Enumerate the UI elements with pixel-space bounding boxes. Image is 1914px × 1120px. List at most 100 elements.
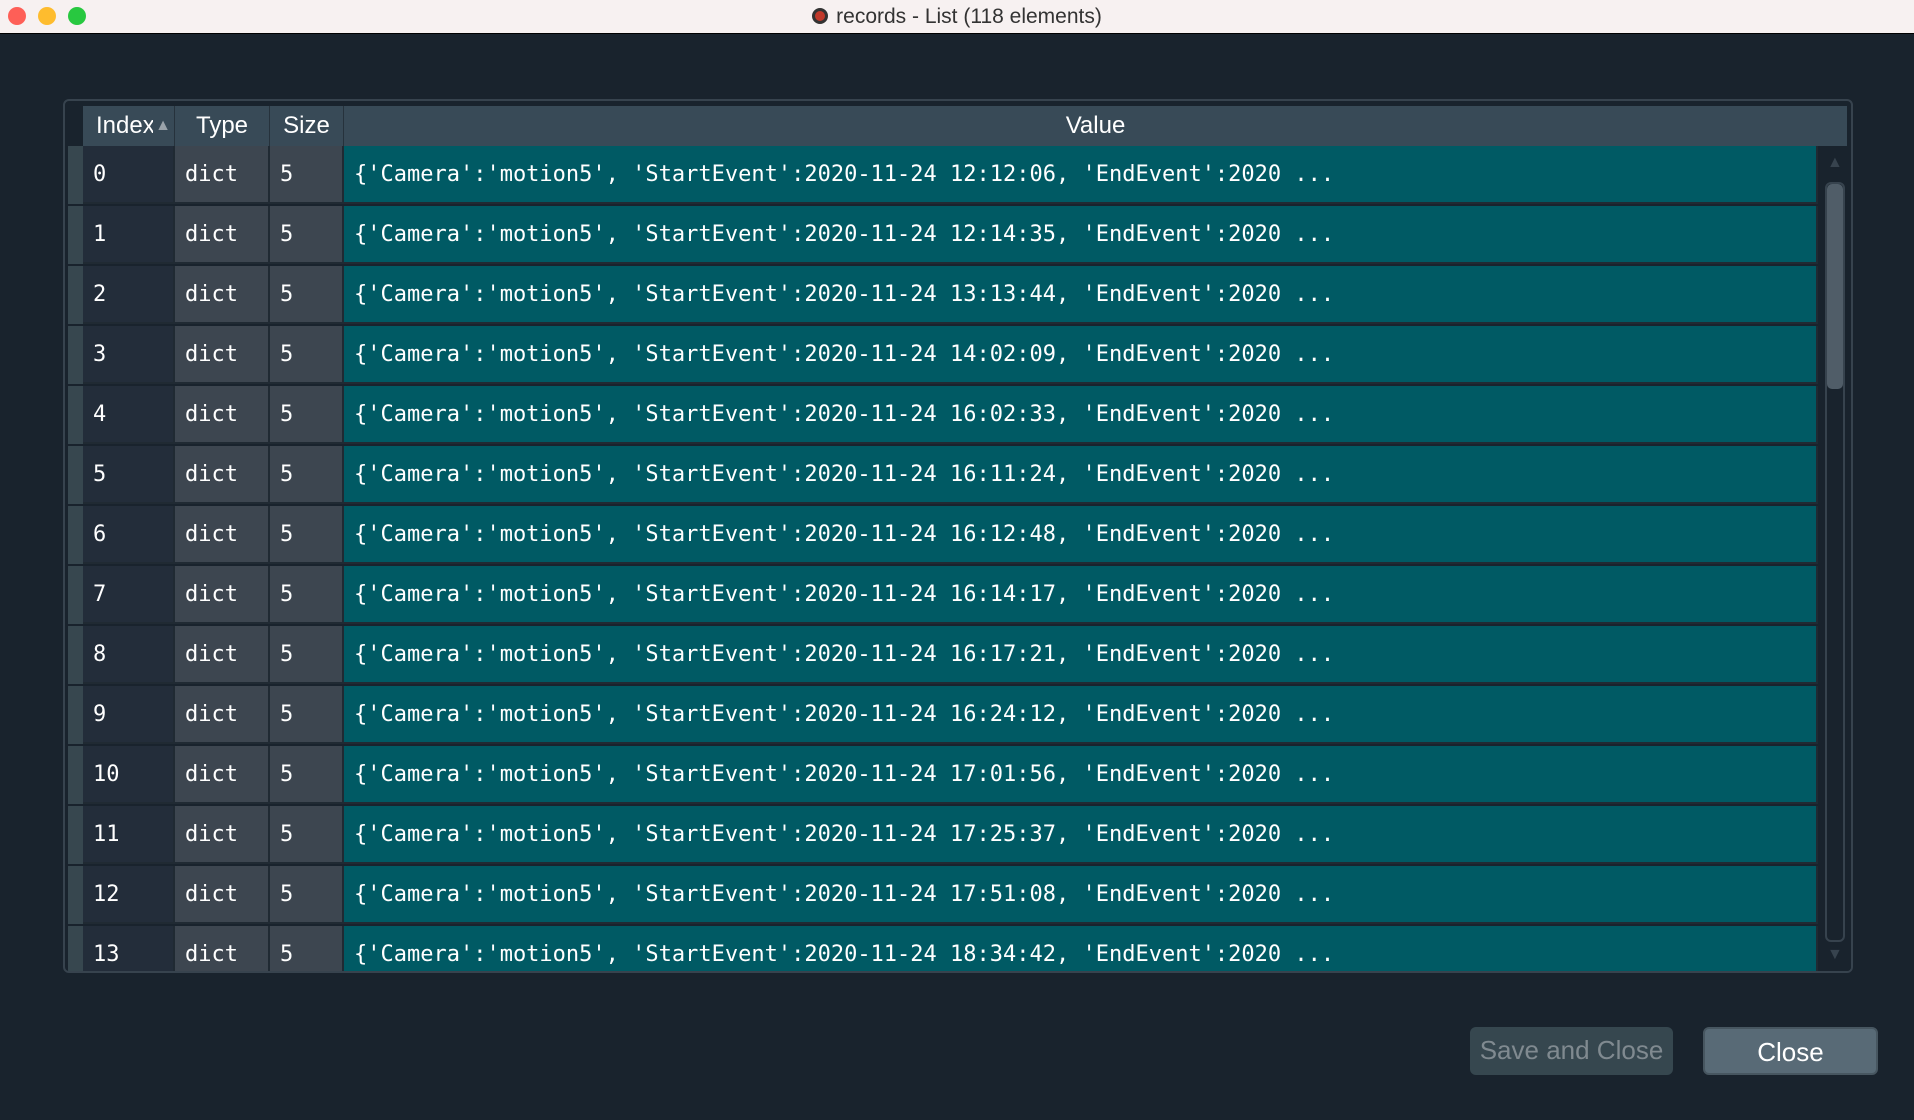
value-cell[interactable]: {'Camera':'motion5', 'StartEvent':2020-1… bbox=[344, 266, 1818, 324]
type-cell[interactable]: dict bbox=[175, 806, 270, 864]
value-cell[interactable]: {'Camera':'motion5', 'StartEvent':2020-1… bbox=[344, 446, 1818, 504]
table-row[interactable]: 10 dict 5 {'Camera':'motion5', 'StartEvent'… bbox=[68, 746, 1818, 806]
value-cell[interactable]: {'Camera':'motion5', 'StartEvent':2020-1… bbox=[344, 806, 1818, 864]
index-cell[interactable]: 1 bbox=[83, 206, 175, 264]
save-and-close-button[interactable]: Save and Close bbox=[1470, 1027, 1673, 1075]
table-row[interactable]: 11 dict 5 {'Camera':'motion5', 'StartEvent'… bbox=[68, 806, 1818, 866]
type-cell[interactable]: dict bbox=[175, 206, 270, 264]
type-cell[interactable]: dict bbox=[175, 506, 270, 564]
table-header: Index ▲ Type Size Value bbox=[83, 106, 1847, 146]
type-cell[interactable]: dict bbox=[175, 146, 270, 204]
column-header-type[interactable]: Type bbox=[175, 106, 270, 146]
size-cell[interactable]: 5 bbox=[270, 746, 344, 804]
column-header-index[interactable]: Index ▲ bbox=[83, 106, 175, 146]
sort-ascending-icon: ▲ bbox=[153, 106, 171, 146]
value-cell[interactable]: {'Camera':'motion5', 'StartEvent':2020-1… bbox=[344, 866, 1818, 924]
index-cell[interactable]: 10 bbox=[83, 746, 175, 804]
type-cell[interactable]: dict bbox=[175, 866, 270, 924]
window-title: records - List (118 elements) bbox=[0, 5, 1914, 29]
column-header-value[interactable]: Value bbox=[344, 106, 1847, 146]
table-row[interactable]: 2 dict 5 {'Camera':'motion5', 'StartEvent':… bbox=[68, 266, 1818, 326]
row-header[interactable] bbox=[68, 926, 83, 971]
size-cell[interactable]: 5 bbox=[270, 806, 344, 864]
value-cell[interactable]: {'Camera':'motion5', 'StartEvent':2020-1… bbox=[344, 686, 1818, 744]
row-header[interactable] bbox=[68, 686, 83, 746]
value-cell[interactable]: {'Camera':'motion5', 'StartEvent':2020-1… bbox=[344, 746, 1818, 804]
row-header[interactable] bbox=[68, 326, 83, 386]
table-row[interactable]: 9 dict 5 {'Camera':'motion5', 'StartEvent':… bbox=[68, 686, 1818, 746]
vertical-scrollbar[interactable]: ▲ ▼ bbox=[1820, 146, 1851, 971]
type-cell[interactable]: dict bbox=[175, 746, 270, 804]
index-cell[interactable]: 3 bbox=[83, 326, 175, 384]
table-row[interactable]: 8 dict 5 {'Camera':'motion5', 'StartEvent':… bbox=[68, 626, 1818, 686]
index-cell[interactable]: 8 bbox=[83, 626, 175, 684]
index-cell[interactable]: 11 bbox=[83, 806, 175, 864]
row-header[interactable] bbox=[68, 626, 83, 686]
index-cell[interactable]: 4 bbox=[83, 386, 175, 444]
index-cell[interactable]: 0 bbox=[83, 146, 175, 204]
index-cell[interactable]: 7 bbox=[83, 566, 175, 624]
type-cell[interactable]: dict bbox=[175, 566, 270, 624]
index-cell[interactable]: 6 bbox=[83, 506, 175, 564]
value-cell[interactable]: {'Camera':'motion5', 'StartEvent':2020-1… bbox=[344, 206, 1818, 264]
size-cell[interactable]: 5 bbox=[270, 926, 344, 971]
size-cell[interactable]: 5 bbox=[270, 206, 344, 264]
table-row[interactable]: 0 dict 5 {'Camera':'motion5', 'StartEvent':… bbox=[68, 146, 1818, 206]
value-cell[interactable]: {'Camera':'motion5', 'StartEvent':2020-1… bbox=[344, 506, 1818, 564]
size-cell[interactable]: 5 bbox=[270, 506, 344, 564]
row-header[interactable] bbox=[68, 446, 83, 506]
index-cell[interactable]: 9 bbox=[83, 686, 175, 744]
column-header-size[interactable]: Size bbox=[270, 106, 344, 146]
type-cell[interactable]: dict bbox=[175, 626, 270, 684]
size-cell[interactable]: 5 bbox=[270, 386, 344, 444]
row-header[interactable] bbox=[68, 806, 83, 866]
table-row[interactable]: 5 dict 5 {'Camera':'motion5', 'StartEvent':… bbox=[68, 446, 1818, 506]
row-header[interactable] bbox=[68, 146, 83, 206]
type-cell[interactable]: dict bbox=[175, 386, 270, 444]
column-label: Index bbox=[96, 112, 155, 139]
size-cell[interactable]: 5 bbox=[270, 866, 344, 924]
type-cell[interactable]: dict bbox=[175, 686, 270, 744]
row-header[interactable] bbox=[68, 566, 83, 626]
row-header[interactable] bbox=[68, 266, 83, 326]
row-header[interactable] bbox=[68, 866, 83, 926]
row-header[interactable] bbox=[68, 746, 83, 806]
size-cell[interactable]: 5 bbox=[270, 686, 344, 744]
index-cell[interactable]: 5 bbox=[83, 446, 175, 504]
size-cell[interactable]: 5 bbox=[270, 626, 344, 684]
type-cell[interactable]: dict bbox=[175, 446, 270, 504]
table-row[interactable]: 12 dict 5 {'Camera':'motion5', 'StartEvent'… bbox=[68, 866, 1818, 926]
close-button[interactable]: Close bbox=[1703, 1027, 1878, 1075]
value-cell[interactable]: {'Camera':'motion5', 'StartEvent':2020-1… bbox=[344, 626, 1818, 684]
value-cell[interactable]: {'Camera':'motion5', 'StartEvent':2020-1… bbox=[344, 326, 1818, 384]
value-cell[interactable]: {'Camera':'motion5', 'StartEvent':2020-1… bbox=[344, 386, 1818, 444]
size-cell[interactable]: 5 bbox=[270, 566, 344, 624]
scroll-down-arrow-icon[interactable]: ▼ bbox=[1827, 946, 1843, 964]
size-cell[interactable]: 5 bbox=[270, 266, 344, 324]
size-cell[interactable]: 5 bbox=[270, 326, 344, 384]
value-cell[interactable]: {'Camera':'motion5', 'StartEvent':2020-1… bbox=[344, 926, 1818, 971]
size-cell[interactable]: 5 bbox=[270, 446, 344, 504]
index-cell[interactable]: 2 bbox=[83, 266, 175, 324]
type-cell[interactable]: dict bbox=[175, 266, 270, 324]
type-cell[interactable]: dict bbox=[175, 926, 270, 971]
table-row[interactable]: 3 dict 5 {'Camera':'motion5', 'StartEvent':… bbox=[68, 326, 1818, 386]
type-cell[interactable]: dict bbox=[175, 326, 270, 384]
row-header[interactable] bbox=[68, 386, 83, 446]
title-bar: records - List (118 elements) bbox=[0, 0, 1914, 34]
table-body: 0 dict 5 {'Camera':'motion5', 'StartEvent':… bbox=[68, 146, 1818, 971]
index-cell[interactable]: 13 bbox=[83, 926, 175, 971]
table-row[interactable]: 7 dict 5 {'Camera':'motion5', 'StartEvent':… bbox=[68, 566, 1818, 626]
index-cell[interactable]: 12 bbox=[83, 866, 175, 924]
table-row[interactable]: 6 dict 5 {'Camera':'motion5', 'StartEvent':… bbox=[68, 506, 1818, 566]
scroll-up-arrow-icon[interactable]: ▲ bbox=[1827, 154, 1843, 172]
row-header[interactable] bbox=[68, 206, 83, 266]
table-row[interactable]: 13 dict 5 {'Camera':'motion5', 'StartEvent'… bbox=[68, 926, 1818, 971]
table-row[interactable]: 1 dict 5 {'Camera':'motion5', 'StartEvent':… bbox=[68, 206, 1818, 266]
value-cell[interactable]: {'Camera':'motion5', 'StartEvent':2020-1… bbox=[344, 146, 1818, 204]
value-cell[interactable]: {'Camera':'motion5', 'StartEvent':2020-1… bbox=[344, 566, 1818, 624]
table-row[interactable]: 4 dict 5 {'Camera':'motion5', 'StartEvent':… bbox=[68, 386, 1818, 446]
row-header[interactable] bbox=[68, 506, 83, 566]
scrollbar-handle[interactable] bbox=[1827, 184, 1843, 389]
size-cell[interactable]: 5 bbox=[270, 146, 344, 204]
